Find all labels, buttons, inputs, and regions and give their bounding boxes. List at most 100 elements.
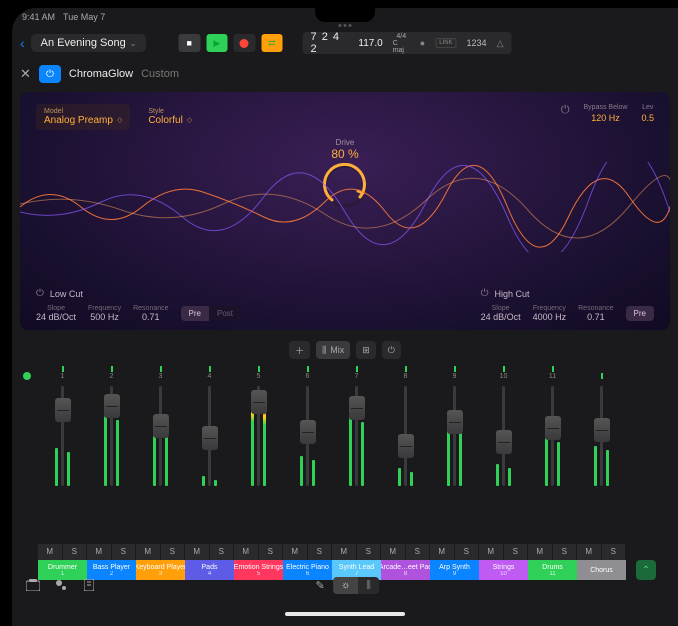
highcut-frequency[interactable]: Frequency 4000 Hz	[533, 305, 567, 322]
highcut-resonance[interactable]: Resonance 0.71	[578, 305, 613, 322]
fader-cap[interactable]	[104, 394, 120, 418]
fader-cap[interactable]	[55, 398, 71, 422]
track-index[interactable]: 9	[430, 366, 479, 380]
lcd-display[interactable]: 7 2 4 2 117.0 4/4 C maj ● LINK 1234 △	[303, 32, 512, 54]
lowcut-resonance[interactable]: Resonance 0.71	[133, 305, 168, 322]
fader-cap[interactable]	[349, 396, 365, 420]
browser-button[interactable]	[52, 577, 70, 593]
fader-cap[interactable]	[202, 426, 218, 450]
cycle-button[interactable]: ⇄	[261, 34, 283, 52]
mute-button[interactable]: M	[479, 544, 504, 560]
track-index[interactable]: 2	[87, 366, 136, 380]
bypass-below-control[interactable]: Bypass Below 120 Hz	[584, 104, 628, 123]
channel-strip: MSDrums11	[528, 382, 577, 580]
solo-button[interactable]: S	[161, 544, 186, 560]
quantize-button[interactable]	[80, 577, 98, 593]
solo-button[interactable]: S	[357, 544, 382, 560]
solo-button[interactable]: S	[259, 544, 284, 560]
fader-cap[interactable]	[153, 414, 169, 438]
track-index[interactable]: 8	[381, 366, 430, 380]
mute-button[interactable]: M	[430, 544, 455, 560]
level-control[interactable]: Lev 0.5	[641, 104, 654, 123]
mute-button[interactable]: M	[577, 544, 602, 560]
highcut-power-icon[interactable]: ⏻	[481, 288, 489, 299]
model-selector[interactable]: Model Analog Preamp◇	[36, 104, 130, 130]
lowcut-prepost-toggle[interactable]: Pre Post	[181, 306, 241, 321]
solo-button[interactable]: S	[63, 544, 88, 560]
fader-cap[interactable]	[398, 434, 414, 458]
mute-button[interactable]: M	[234, 544, 259, 560]
fader-cap[interactable]	[545, 416, 561, 440]
mixer-icon[interactable]: ⫼	[358, 577, 379, 594]
fader-cap[interactable]	[594, 418, 610, 442]
lowcut-slope[interactable]: Slope 24 dB/Oct	[36, 305, 76, 322]
mute-button[interactable]: M	[87, 544, 112, 560]
multitask-handle[interactable]	[339, 24, 352, 27]
track-index[interactable]: 11	[528, 366, 577, 380]
mute-button[interactable]: M	[332, 544, 357, 560]
solo-button[interactable]: S	[210, 544, 235, 560]
solo-button[interactable]: S	[406, 544, 431, 560]
fader-cap[interactable]	[447, 410, 463, 434]
track-index[interactable]	[577, 373, 626, 380]
transport-controls: ■ ▶ ⇄ 7 2 4 2 117.0 4/4 C maj ● LINK 123…	[179, 32, 512, 54]
view-mode-segment[interactable]: ☼ ⫼	[333, 577, 379, 594]
fader-cap[interactable]	[496, 430, 512, 454]
status-time: 9:41 AM	[22, 12, 55, 22]
mixer-power-button[interactable]: ⏻	[382, 341, 401, 359]
lowcut-power-icon[interactable]: ⏻	[36, 288, 44, 299]
highcut-title: High Cut	[494, 289, 529, 299]
track-index[interactable]: 6	[283, 366, 332, 380]
close-plugin-button[interactable]: ✕	[20, 66, 31, 82]
track-index[interactable]: 7	[332, 366, 381, 380]
plugin-name: ChromaGlow	[69, 68, 133, 80]
fader-cap[interactable]	[300, 420, 316, 444]
fader-cap[interactable]	[251, 390, 267, 414]
track-index[interactable]: 1	[38, 366, 87, 380]
channel-strip: MSPads4	[185, 382, 234, 580]
bypass-power-icon[interactable]: ⏻	[561, 104, 570, 123]
solo-button[interactable]: S	[308, 544, 333, 560]
solo-button[interactable]: S	[553, 544, 578, 560]
solo-button[interactable]: S	[602, 544, 627, 560]
play-button[interactable]: ▶	[206, 34, 228, 52]
mix-view-toggle[interactable]: ⫼ Mix	[316, 341, 350, 359]
mixer-toolbar: ＋ ⫼ Mix ⊞ ⏻	[12, 336, 678, 364]
library-button[interactable]	[24, 577, 42, 593]
mute-button[interactable]: M	[528, 544, 553, 560]
sun-icon[interactable]: ☼	[333, 577, 358, 594]
track-index[interactable]: 4	[185, 366, 234, 380]
metronome-icon[interactable]: △	[497, 38, 504, 49]
solo-button[interactable]: S	[112, 544, 137, 560]
track-index[interactable]: 10	[479, 366, 528, 380]
stop-button[interactable]: ■	[179, 34, 201, 52]
plugin-power-button[interactable]: ⏻	[39, 65, 61, 83]
track-index[interactable]: 3	[136, 366, 185, 380]
home-indicator[interactable]	[285, 612, 405, 616]
mute-button[interactable]: M	[185, 544, 210, 560]
back-button[interactable]: ‹	[20, 35, 25, 51]
style-selector[interactable]: Style Colorful◇	[140, 104, 200, 130]
track-index[interactable]: 5	[234, 366, 283, 380]
mute-button[interactable]: M	[136, 544, 161, 560]
sliders-icon: ⫼	[322, 345, 326, 356]
highcut-section: ⏻ High Cut Slope 24 dB/Oct Frequency 400…	[481, 288, 654, 322]
record-button[interactable]	[234, 34, 256, 52]
lcd-link[interactable]: LINK	[435, 38, 456, 48]
mute-button[interactable]: M	[38, 544, 63, 560]
plugin-preset[interactable]: Custom	[141, 68, 179, 80]
mute-button[interactable]: M	[283, 544, 308, 560]
lowcut-frequency[interactable]: Frequency 500 Hz	[88, 305, 121, 322]
add-track-button[interactable]: ＋	[289, 341, 310, 359]
pencil-tool-button[interactable]: ✎	[311, 577, 329, 593]
snap-button[interactable]: ⊞	[356, 341, 376, 359]
lcd-position: 7 2 4 2	[311, 31, 349, 55]
mute-button[interactable]: M	[381, 544, 406, 560]
solo-button[interactable]: S	[504, 544, 529, 560]
channel-strip: MSSynth Lead7	[332, 382, 381, 580]
solo-button[interactable]: S	[455, 544, 480, 560]
project-title-button[interactable]: An Evening Song ⌄	[31, 34, 147, 52]
highcut-prepost-toggle[interactable]: Pre	[626, 306, 654, 321]
highcut-slope[interactable]: Slope 24 dB/Oct	[481, 305, 521, 322]
drive-value: 80 %	[322, 147, 368, 161]
